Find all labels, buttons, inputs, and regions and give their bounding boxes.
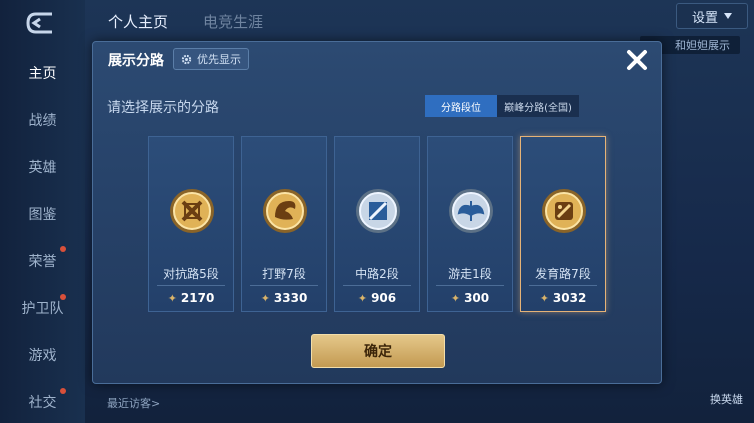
lane-card[interactable]: 对抗路5段 ✦ 2170	[148, 136, 234, 312]
lane-score-value: 3032	[552, 291, 587, 305]
sidebar-item-codex[interactable]: 图鉴	[0, 204, 85, 224]
chevron-down-icon	[724, 13, 732, 19]
roam-wing-emblem-icon	[449, 189, 493, 233]
notification-dot	[60, 388, 66, 394]
lane-score-value: 300	[464, 291, 490, 305]
swap-hero-button[interactable]: 换英雄	[710, 391, 743, 407]
dialog-title: 展示分路	[108, 53, 164, 69]
lane-card[interactable]: 打野7段 ✦ 3330	[241, 136, 327, 312]
tab-esports[interactable]: 电竞生涯	[203, 11, 263, 32]
lane-name: 对抗路5段	[163, 267, 219, 281]
points-icon: ✦	[450, 292, 461, 305]
sidebar-item-record[interactable]: 战绩	[0, 110, 85, 130]
sidebar-item-honor[interactable]: 荣誉	[0, 251, 85, 271]
sidebar-item-heroes[interactable]: 英雄	[0, 157, 85, 177]
divider	[157, 285, 225, 286]
clash-lane-emblem-icon	[170, 189, 214, 233]
sidebar-item-social[interactable]: 社交	[0, 392, 85, 412]
lane-score-value: 906	[371, 291, 397, 305]
tab-lane-rank[interactable]: 分路段位	[425, 95, 497, 117]
lane-card[interactable]: 游走1段 ✦ 300	[427, 136, 513, 312]
points-icon: ✦	[260, 292, 270, 305]
lane-card[interactable]: 中路2段 ✦ 906	[334, 136, 420, 312]
dialog-prompt: 请选择展示的分路	[107, 100, 219, 116]
divider	[250, 285, 318, 286]
lane-score-value: 2170	[180, 291, 215, 305]
lane-display-dialog: 展示分路 优先显示 请选择展示的分路 分路段位 巅峰分路(全国) 对抗路5段 ✦…	[92, 41, 662, 384]
points-icon: ✦	[357, 292, 368, 305]
close-icon[interactable]	[623, 46, 651, 74]
tab-peak-lane[interactable]: 巅峰分路(全国)	[497, 95, 579, 117]
tab-profile[interactable]: 个人主页	[108, 11, 168, 32]
priority-display-button[interactable]: 优先显示	[173, 48, 249, 70]
settings-button[interactable]: 设置	[676, 3, 748, 29]
lane-name: 中路2段	[355, 267, 399, 281]
recent-visitors-link[interactable]: 最近访客>	[107, 395, 160, 411]
lane-score: ✦ 2170	[149, 291, 233, 305]
lane-mode-tabs: 分路段位 巅峰分路(全国)	[425, 95, 579, 117]
divider	[436, 285, 504, 286]
lane-name: 打野7段	[262, 267, 306, 281]
lane-score: ✦ 300	[428, 291, 512, 305]
sidebar-item-games[interactable]: 游戏	[0, 345, 85, 365]
sidebar-item-home[interactable]: 主页	[0, 63, 85, 83]
back-icon[interactable]	[22, 10, 62, 36]
points-icon: ✦	[539, 292, 549, 305]
mid-lane-emblem-icon	[356, 189, 400, 233]
lane-name: 发育路7段	[535, 267, 591, 281]
points-icon: ✦	[167, 292, 177, 305]
settings-label: 设置	[691, 10, 718, 26]
lane-name: 游走1段	[448, 267, 492, 281]
confirm-button[interactable]: 确定	[311, 334, 445, 368]
farm-lane-emblem-icon	[542, 189, 586, 233]
divider	[529, 285, 597, 286]
sidebar-item-guard[interactable]: 护卫队	[0, 298, 85, 318]
notification-dot	[60, 294, 66, 300]
lane-score: ✦ 906	[335, 291, 419, 305]
priority-display-label: 优先显示	[197, 53, 241, 66]
gear-icon	[181, 54, 192, 64]
lane-score: ✦ 3330	[242, 291, 326, 305]
lane-score-value: 3330	[273, 291, 308, 305]
notification-dot	[60, 246, 66, 252]
lane-card-selected[interactable]: 发育路7段 ✦ 3032	[520, 136, 606, 312]
lane-score: ✦ 3032	[521, 291, 605, 305]
jungle-dragon-emblem-icon	[263, 189, 307, 233]
divider	[343, 285, 411, 286]
